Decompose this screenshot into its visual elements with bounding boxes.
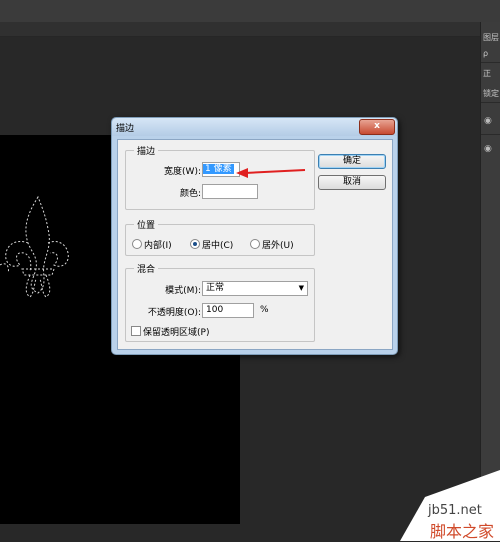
watermark-url: jb51.net (428, 503, 482, 518)
layers-panel: 图层 ρ 正 锁定 ◉ ◉ (480, 22, 500, 541)
width-value: 1 像素 (203, 164, 234, 174)
search-icon[interactable]: ρ (483, 48, 500, 60)
opacity-unit: % (260, 305, 269, 315)
width-label: 宽度(W): (164, 167, 201, 177)
close-button[interactable]: x (359, 119, 395, 135)
layers-tab[interactable]: 图层 (483, 32, 500, 44)
color-swatch[interactable] (202, 184, 258, 199)
mode-label: 模式(M): (165, 286, 201, 296)
document-tab-bar (0, 22, 480, 37)
lock-label: 锁定 (483, 89, 499, 98)
dialog-titlebar[interactable]: 描边 x (112, 118, 397, 136)
panel-divider (481, 102, 500, 103)
position-group-label: 位置 (134, 218, 159, 231)
opacity-value: 100 (206, 305, 224, 315)
dialog-title: 描边 (116, 124, 135, 134)
radio-circle-selected (190, 239, 200, 249)
stroke-dialog: 描边 x 描边 宽度(W): 1 像素 颜色: 位置 内部(I) 居中(C) 居… (111, 117, 398, 355)
stroke-group-label: 描边 (134, 144, 159, 157)
color-label: 颜色: (179, 189, 201, 199)
eye-icon[interactable]: ◉ (484, 116, 496, 126)
stroke-group: 描边 宽度(W): 1 像素 颜色: (125, 144, 315, 210)
radio-outside-label: 居外(U) (262, 241, 294, 251)
radio-circle (132, 239, 142, 249)
preserve-transparency-checkbox[interactable]: 保留透明区域(P) (131, 325, 209, 338)
preserve-transparency-label: 保留透明区域(P) (143, 328, 210, 338)
blend-mode-select[interactable]: 正 (483, 68, 500, 80)
mode-value: 正常 (206, 283, 225, 293)
position-group: 位置 内部(I) 居中(C) 居外(U) (125, 218, 315, 256)
radio-outside[interactable]: 居外(U) (250, 238, 294, 251)
radio-circle (250, 239, 260, 249)
radio-inside-label: 内部(I) (144, 241, 172, 251)
checkbox-box (131, 326, 141, 336)
eye-icon[interactable]: ◉ (484, 144, 496, 154)
radio-center-label: 居中(C) (202, 241, 234, 251)
blend-group-label: 混合 (134, 262, 159, 275)
panel-divider (481, 62, 500, 63)
radio-center[interactable]: 居中(C) (190, 238, 233, 251)
ok-button[interactable]: 确定 (318, 154, 386, 169)
chevron-down-icon: ▼ (298, 284, 304, 292)
panel-divider (481, 134, 500, 135)
dialog-client: 描边 宽度(W): 1 像素 颜色: 位置 内部(I) 居中(C) 居外(U) … (117, 139, 393, 350)
blend-group: 混合 模式(M): 正常 ▼ 不透明度(O): 100 % 保留透明区域(P) (125, 262, 315, 342)
opacity-input[interactable]: 100 (202, 303, 254, 318)
radio-inside[interactable]: 内部(I) (132, 238, 172, 251)
width-input[interactable]: 1 像素 (202, 162, 240, 177)
cancel-button[interactable]: 取消 (318, 175, 386, 190)
options-bar (0, 0, 500, 22)
mode-dropdown[interactable]: 正常 ▼ (202, 281, 308, 296)
watermark-name: 脚本之家 (430, 522, 495, 541)
opacity-label: 不透明度(O): (147, 308, 201, 318)
